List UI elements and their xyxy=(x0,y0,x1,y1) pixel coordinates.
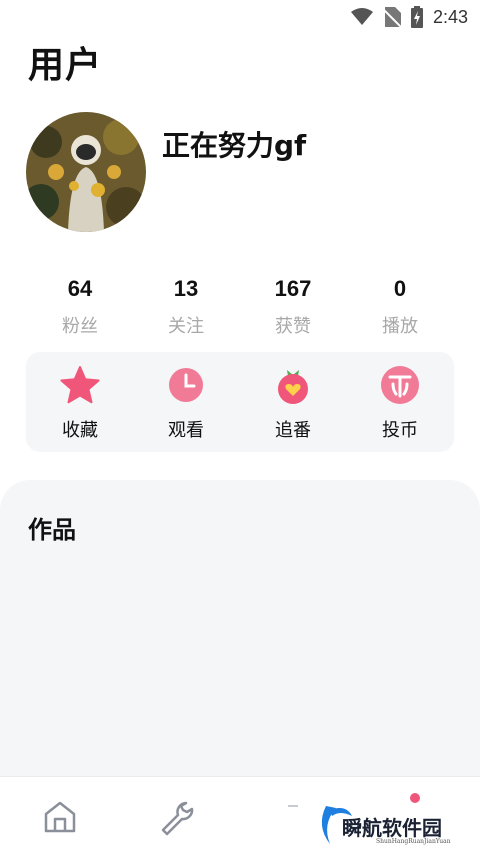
stat-likes[interactable]: 167 获赞 xyxy=(243,276,343,338)
nav-tools[interactable] xyxy=(156,797,196,837)
favorites-button[interactable]: 收藏 xyxy=(30,364,130,442)
username: 正在努力gf xyxy=(162,129,307,162)
battery-icon xyxy=(410,6,423,28)
follow-anime-button[interactable]: 追番 xyxy=(243,364,343,442)
coin-label: 投币 xyxy=(382,420,418,441)
stat-value: 167 xyxy=(274,276,312,301)
stat-label: 粉丝 xyxy=(62,316,98,337)
works-section: 作品 xyxy=(0,480,480,780)
nav-messages[interactable] xyxy=(280,797,320,837)
watermark-subtext: ShunHangRuanJianYuan xyxy=(376,838,451,845)
follow-anime-label: 追番 xyxy=(275,420,311,441)
home-icon xyxy=(44,801,76,833)
message-icon xyxy=(288,805,298,807)
page-title: 用户 xyxy=(28,45,103,86)
strawberry-heart-icon xyxy=(278,370,308,404)
stat-following[interactable]: 13 关注 xyxy=(136,276,236,338)
coin-button[interactable]: 投币 xyxy=(350,364,450,442)
avatar[interactable] xyxy=(26,112,146,232)
watermark-text: 瞬航软件园 xyxy=(342,816,442,840)
coin-icon xyxy=(381,366,419,404)
history-button[interactable]: 观看 xyxy=(136,364,236,442)
stat-plays[interactable]: 0 播放 xyxy=(350,276,450,338)
stat-label: 关注 xyxy=(168,316,204,337)
favorites-label: 收藏 xyxy=(62,420,98,441)
works-title: 作品 xyxy=(28,516,76,544)
status-time: 2:43 xyxy=(432,6,468,27)
stat-value: 13 xyxy=(173,276,199,301)
stat-value: 64 xyxy=(67,276,93,301)
star-icon xyxy=(60,366,100,404)
clock-icon xyxy=(169,368,203,402)
stat-value: 0 xyxy=(393,276,407,301)
status-bar: 2:43 xyxy=(0,0,480,32)
watermark-logo: 瞬航软件园 ShunHangRuanJianYuan xyxy=(316,800,466,850)
history-label: 观看 xyxy=(168,420,204,441)
wrench-icon xyxy=(161,801,194,836)
nav-home[interactable] xyxy=(40,797,80,837)
stat-label: 获赞 xyxy=(275,316,311,337)
stat-fans[interactable]: 64 粉丝 xyxy=(30,276,130,338)
stat-label: 播放 xyxy=(382,316,418,337)
wifi-icon xyxy=(350,8,373,25)
action-panel: 收藏 观看 追番 投币 xyxy=(26,352,454,452)
no-sim-icon xyxy=(382,7,401,27)
